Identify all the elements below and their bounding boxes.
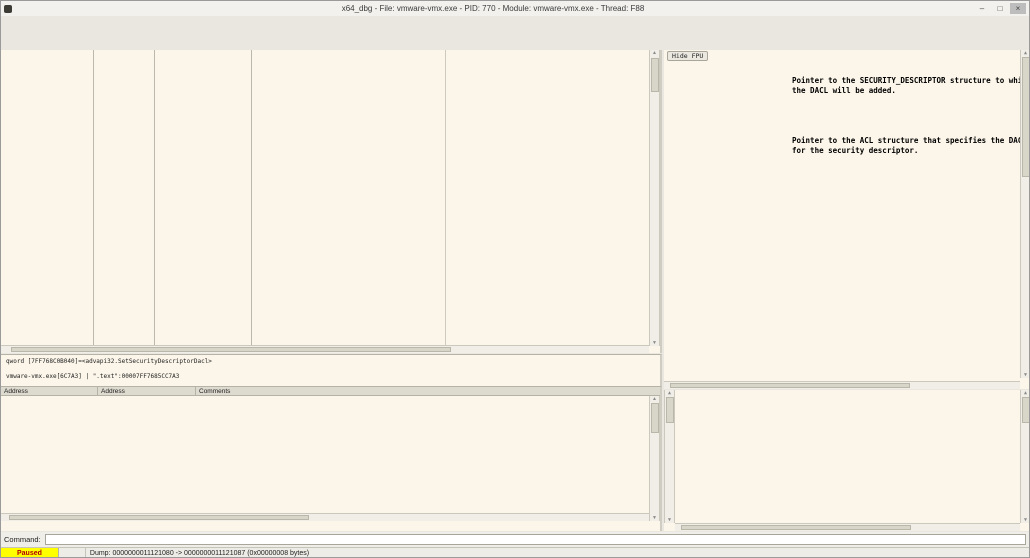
disasm-vertical-scrollbar[interactable]: ▲▼ xyxy=(649,50,660,346)
status-bar: Paused Dump: 0000000011121080 -> 0000000… xyxy=(1,547,1029,558)
column-separator xyxy=(445,50,446,353)
dump-header: Address Address Comments xyxy=(1,387,660,396)
x64dbg-window: x64_dbg - File: vmware-vmx.exe - PID: 77… xyxy=(0,0,1030,558)
dump-header-comments[interactable]: Comments xyxy=(196,387,660,395)
stack-rows xyxy=(676,391,1020,523)
registers-horizontal-scrollbar[interactable] xyxy=(664,381,1020,389)
close-button[interactable]: × xyxy=(1010,3,1026,14)
toolbar xyxy=(1,26,1029,39)
column-separator xyxy=(154,50,155,353)
dump-vertical-scrollbar[interactable]: ▲▼ xyxy=(649,396,660,521)
command-label: Command: xyxy=(4,535,41,544)
status-paused-badge: Paused xyxy=(1,548,59,558)
app-icon xyxy=(4,5,12,13)
dump-header-value[interactable]: Address xyxy=(98,387,196,395)
registers-vertical-scrollbar[interactable]: ▲▼ xyxy=(1020,50,1030,378)
column-separator xyxy=(93,50,94,353)
annotation-security-descriptor: Pointer to the SECURITY_DESCRIPTOR struc… xyxy=(792,76,1030,95)
hide-fpu-button[interactable]: Hide FPU xyxy=(667,51,708,61)
disassembly-panel: ▲▼ xyxy=(1,50,662,353)
status-dump-info: Dump: 0000000011121080 -> 00000000111210… xyxy=(86,548,309,558)
stack-left-scrollbar[interactable]: ▲▼ xyxy=(664,390,675,523)
minimize-button[interactable]: – xyxy=(974,3,990,14)
column-separator xyxy=(251,50,252,353)
menu-bar xyxy=(1,16,1029,26)
registers-panel: Hide FPU Pointer to the SECURITY_DESCRIP… xyxy=(664,50,1030,389)
dump-rows xyxy=(1,396,649,521)
command-bar: Command: xyxy=(1,532,1029,547)
command-input[interactable] xyxy=(45,534,1026,545)
dump-horizontal-scrollbar[interactable] xyxy=(1,513,649,521)
stack-horizontal-scrollbar[interactable] xyxy=(675,523,1020,531)
tab-bar xyxy=(1,39,1029,50)
info-box: qword [7FF768C0B040]=<advapi32.SetSecuri… xyxy=(1,354,662,387)
register-list xyxy=(670,64,1018,379)
info-line-2: vmware-vmx.exe[6C7A3] | ".text":00007FF7… xyxy=(6,373,660,380)
restore-button[interactable]: □ xyxy=(992,3,1008,14)
disassembly-rows xyxy=(1,50,649,346)
stack-vertical-scrollbar[interactable]: ▲▼ xyxy=(1020,390,1030,523)
stack-panel: ▲▼ ▲▼ xyxy=(664,390,1030,531)
info-line-1: qword [7FF768C0B040]=<advapi32.SetSecuri… xyxy=(6,358,660,365)
disasm-horizontal-scrollbar[interactable] xyxy=(1,345,649,353)
window-title: x64_dbg - File: vmware-vmx.exe - PID: 77… xyxy=(12,4,974,13)
annotation-acl: Pointer to the ACL structure that specif… xyxy=(792,136,1030,155)
dump-panel: Address Address Comments ▲▼ xyxy=(1,387,662,531)
dump-header-address[interactable]: Address xyxy=(1,387,98,395)
title-bar: x64_dbg - File: vmware-vmx.exe - PID: 77… xyxy=(1,1,1029,16)
